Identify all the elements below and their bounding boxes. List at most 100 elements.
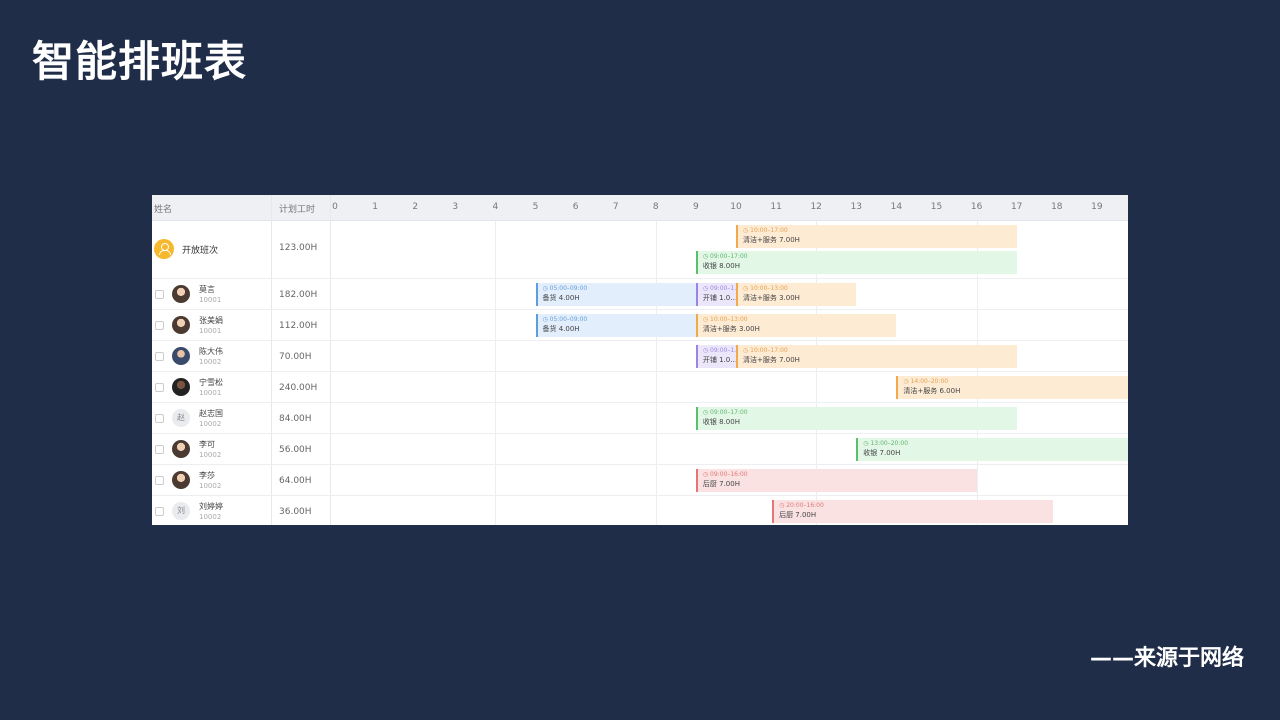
shift-time: ◷ 09:00–17:00	[702, 409, 748, 416]
avatar	[172, 378, 190, 396]
hour-label: 13	[850, 202, 863, 212]
shift-block[interactable]: ◷ 09:00–16:00 后厨 7.00H	[695, 469, 977, 492]
employee-id: 10002	[199, 513, 222, 521]
employee-id: 10002	[199, 358, 222, 366]
planned-hours: 56.00H	[279, 445, 312, 455]
shift-label: 收银 7.00H	[863, 449, 901, 457]
shift-label: 清洁+服务 3.00H	[743, 294, 800, 302]
shift-label: 后厨 7.00H	[779, 511, 817, 519]
employee-name: 陈大伟	[199, 347, 223, 356]
row-checkbox[interactable]	[155, 507, 164, 516]
employee-name: 李莎	[199, 471, 215, 480]
hour-label: 0	[332, 202, 338, 212]
avatar	[172, 347, 190, 365]
hour-label: 10	[730, 202, 742, 212]
shift-time: ◷ 05:00–09:00	[542, 316, 588, 323]
row-checkbox[interactable]	[155, 383, 164, 392]
planned-hours: 64.00H	[279, 476, 312, 486]
row-checkbox[interactable]	[155, 445, 164, 454]
shift-block[interactable]: ◷ 10:00–13:00 清洁+服务 3.00H	[736, 283, 857, 306]
row-checkbox[interactable]	[155, 352, 164, 361]
employee-id: 10001	[199, 296, 222, 304]
shift-block[interactable]: ◷ 09:00–17:00 收银 8.00H	[695, 251, 1017, 274]
hour-label: 5	[532, 202, 539, 212]
shift-time: ◷ 09:00–17:00	[702, 253, 748, 260]
hour-label: 16	[970, 202, 983, 212]
shift-time: ◷ 14:00–20:00	[903, 378, 949, 385]
employee-name: 宁雪松	[199, 378, 223, 387]
avatar	[172, 440, 190, 458]
shift-block[interactable]: ◷ 20:00–16:00 后厨 7.00H	[772, 500, 1053, 523]
hour-label: 2	[412, 202, 419, 212]
employee-row[interactable]: 李莎 10002 64.00H	[152, 465, 1128, 496]
employee-name: 刘婷婷	[199, 502, 223, 511]
hour-label: 9	[693, 202, 699, 212]
hour-label: 3	[452, 202, 459, 212]
row-checkbox[interactable]	[155, 476, 164, 485]
shift-label: 清洁+服务 6.00H	[903, 387, 961, 395]
shift-block[interactable]: ◷ 14:00–20:00 清洁+服务 6.00H	[896, 376, 1128, 399]
shift-block[interactable]: ◷ 05:00–09:00 备货 4.00H	[535, 283, 696, 306]
employee-id: 10001	[199, 389, 222, 397]
shift-label: 清洁+服务 7.00H	[743, 236, 800, 244]
planned-hours: 123.00H	[279, 243, 318, 253]
shift-label: 清洁+服务 7.00H	[743, 356, 800, 364]
open-shift-icon	[154, 239, 174, 259]
hour-label: 6	[572, 202, 579, 212]
hour-label: 15	[930, 202, 943, 212]
shift-time: ◷ 13:00–20:00	[863, 440, 909, 447]
row-checkbox[interactable]	[155, 414, 164, 423]
shift-time: ◷ 09:00–1…	[702, 347, 736, 354]
shift-block[interactable]: ◷ 10:00–17:00 清洁+服务 7.00H	[736, 225, 1017, 248]
name-column-header: 姓名	[154, 205, 173, 215]
hour-label: 4	[492, 202, 499, 212]
hour-label: 14	[890, 202, 903, 212]
row-checkbox[interactable]	[155, 290, 164, 299]
shift-time: ◷ 10:00–17:00	[743, 347, 788, 354]
hour-label: 2	[1127, 202, 1128, 212]
planned-hours: 240.00H	[279, 383, 318, 393]
shift-time: ◷ 10:00–13:00	[743, 285, 788, 292]
hour-label: 8	[652, 202, 659, 212]
schedule-header: 姓名 计划工时 0123456789101112131415161718192	[152, 195, 1128, 221]
employee-id: 10002	[199, 451, 222, 459]
shift-block[interactable]: ◷ 05:00–09:00 备货 4.00H	[535, 314, 696, 337]
schedule-table: 姓名 计划工时 0123456789101112131415161718192 …	[152, 195, 1128, 525]
slide-title: 智能排班表	[32, 37, 248, 86]
hour-label: 1	[372, 202, 378, 212]
shift-time: ◷ 10:00–17:00	[743, 227, 788, 234]
planned-hours: 36.00H	[279, 507, 312, 517]
row-checkbox[interactable]	[155, 321, 164, 330]
shift-time: ◷ 10:00–13:00	[702, 316, 748, 323]
shift-time: ◷ 20:00–16:00	[779, 502, 824, 509]
hour-label: 18	[1051, 202, 1063, 212]
open-shifts-label: 开放班次	[182, 246, 219, 256]
shift-block[interactable]: ◷ 09:00–17:00 收银 8.00H	[695, 407, 1017, 430]
shift-block[interactable]: ◷ 09:00–1… 开铺 1.0…	[695, 283, 736, 306]
employee-id: 10001	[199, 327, 222, 335]
shift-block[interactable]: ◷ 09:00–1… 开铺 1.0…	[695, 345, 736, 368]
planned-hours: 70.00H	[279, 352, 312, 362]
shift-block[interactable]: ◷ 13:00–20:00 收银 7.00H	[856, 438, 1128, 461]
planned-hours: 84.00H	[279, 414, 312, 424]
shift-label: 开铺 1.0…	[702, 356, 736, 364]
shift-time: ◷ 09:00–1…	[702, 285, 736, 292]
planned-hours: 112.00H	[279, 321, 318, 331]
hour-label: 11	[770, 202, 782, 212]
employee-name: 张美娟	[199, 316, 223, 325]
avatar	[172, 316, 190, 334]
avatar	[172, 285, 190, 303]
shift-block[interactable]: ◷ 10:00–13:00 清洁+服务 3.00H	[695, 314, 897, 337]
avatar: 刘	[172, 502, 190, 520]
shift-label: 备货 4.00H	[542, 325, 580, 333]
employee-id: 10002	[199, 482, 222, 490]
shift-label: 开铺 1.0…	[702, 294, 736, 302]
shift-time: ◷ 05:00–09:00	[542, 285, 588, 292]
employee-id: 10002	[199, 420, 222, 428]
shift-label: 备货 4.00H	[542, 294, 580, 302]
hour-label: 19	[1091, 202, 1103, 212]
employee-name: 莫言	[199, 285, 215, 294]
hours-column-header: 计划工时	[279, 205, 316, 215]
shift-block[interactable]: ◷ 10:00–17:00 清洁+服务 7.00H	[736, 345, 1017, 368]
planned-hours: 182.00H	[279, 290, 318, 300]
